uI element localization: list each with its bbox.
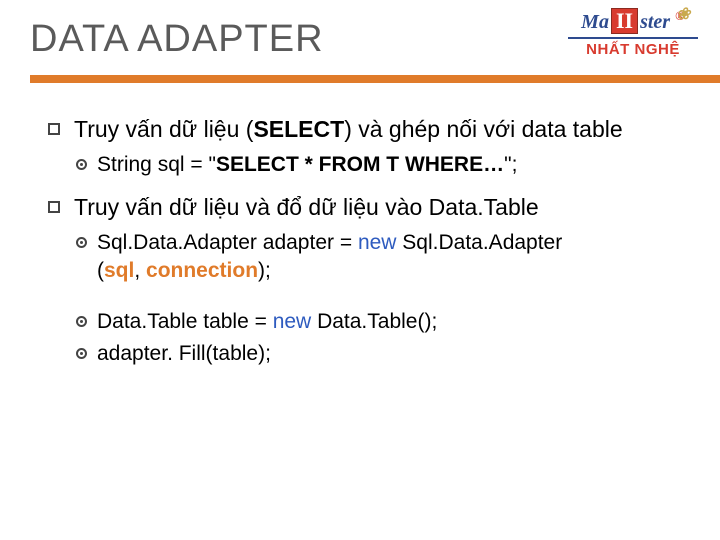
circle-bullet-icon — [76, 316, 87, 327]
t: String sql = " — [97, 153, 216, 176]
bullet-2a-text: Sql.Data.Adapter adapter = new Sql.Data.… — [97, 229, 690, 286]
slide-content: Truy vấn dữ liệu (SELECT) và ghép nối vớ… — [0, 83, 720, 369]
bullet-1a: String sql = "SELECT * FROM T WHERE…"; — [76, 151, 690, 179]
keyword-new: new — [273, 310, 312, 333]
t: adapter = — [257, 231, 358, 254]
bullet-2: Truy vấn dữ liệu và đổ dữ liệu vào Data.… — [48, 193, 690, 223]
circle-bullet-icon — [76, 348, 87, 359]
t: , — [134, 259, 146, 282]
square-bullet-icon — [48, 201, 60, 213]
t: ); — [258, 259, 271, 282]
sql-string: SELECT * FROM T WHERE… — [216, 153, 504, 176]
bullet-2c: adapter. Fill(table); — [76, 340, 690, 368]
param-sql: sql — [104, 259, 134, 282]
keyword-new: new — [358, 231, 397, 254]
t: Data.Table(); — [311, 310, 437, 333]
bullet-2a: Sql.Data.Adapter adapter = new Sql.Data.… — [76, 229, 690, 286]
circle-bullet-icon — [76, 159, 87, 170]
param-connection: connection — [146, 259, 258, 282]
t: ( — [97, 259, 104, 282]
t: ) và ghép nối với data table — [344, 116, 622, 142]
square-bullet-icon — [48, 123, 60, 135]
slide-title: DATA ADAPTER — [30, 18, 720, 61]
slide-header: DATA ADAPTER — [0, 0, 720, 83]
t: Truy vấn dữ liệu ( — [74, 116, 253, 142]
bullet-2-text: Truy vấn dữ liệu và đổ dữ liệu vào Data.… — [74, 193, 690, 223]
circle-bullet-icon — [76, 237, 87, 248]
t: Sql.Data.Adapter — [97, 231, 257, 254]
t: Sql.Data.Adapter — [396, 231, 562, 254]
bullet-2b: Data.Table table = new Data.Table(); — [76, 308, 690, 336]
bullet-2c-text: adapter. Fill(table); — [97, 340, 690, 368]
keyword-select: SELECT — [253, 116, 344, 142]
bullet-2b-text: Data.Table table = new Data.Table(); — [97, 308, 690, 336]
t: Data.Table table = — [97, 310, 273, 333]
bullet-1-text: Truy vấn dữ liệu (SELECT) và ghép nối vớ… — [74, 115, 690, 145]
t: "; — [504, 153, 517, 176]
divider-bar — [30, 75, 720, 83]
bullet-1: Truy vấn dữ liệu (SELECT) và ghép nối vớ… — [48, 115, 690, 145]
bullet-1a-text: String sql = "SELECT * FROM T WHERE…"; — [97, 151, 690, 179]
